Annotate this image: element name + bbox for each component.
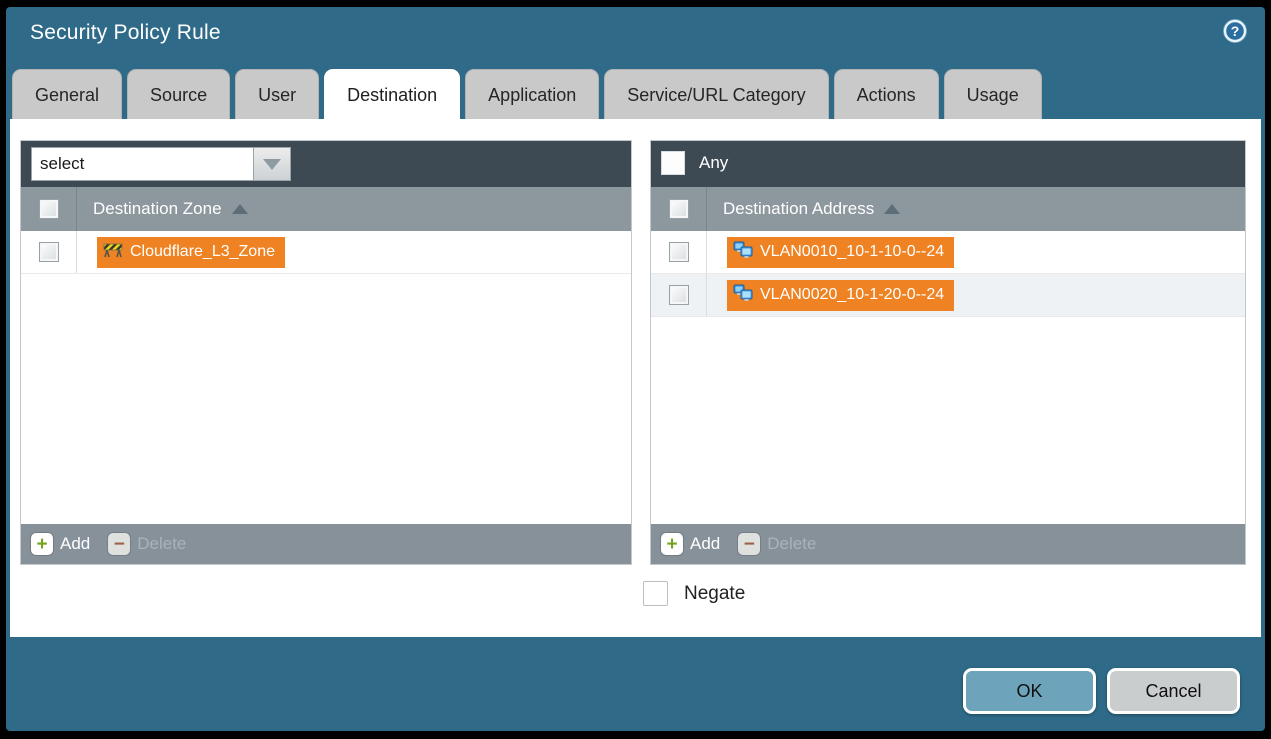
help-icon[interactable]: ? bbox=[1221, 17, 1249, 45]
tab-destination[interactable]: Destination bbox=[324, 69, 460, 119]
address-row-checkbox[interactable] bbox=[669, 242, 689, 262]
chevron-down-icon bbox=[263, 159, 281, 170]
address-rows: VLAN0010_10-1-10-0--24 bbox=[651, 231, 1245, 524]
tab-application[interactable]: Application bbox=[465, 69, 599, 119]
cancel-button[interactable]: Cancel bbox=[1107, 668, 1240, 714]
negate-checkbox[interactable] bbox=[643, 581, 668, 606]
zone-select-combo bbox=[31, 147, 291, 181]
tab-usage[interactable]: Usage bbox=[944, 69, 1042, 119]
destination-zone-panel: Destination Zone bbox=[20, 140, 632, 565]
zone-row-label: Cloudflare_L3_Zone bbox=[130, 243, 275, 261]
add-address-button[interactable]: + Add bbox=[661, 533, 720, 555]
zone-panel-toolbar: + Add − Delete bbox=[21, 524, 631, 564]
tab-user[interactable]: User bbox=[235, 69, 319, 119]
destination-address-panel: Any Destination Address bbox=[650, 140, 1246, 565]
dialog-title: Security Policy Rule bbox=[30, 21, 221, 45]
any-label: Any bbox=[699, 153, 728, 173]
zone-chip[interactable]: Cloudflare_L3_Zone bbox=[97, 237, 285, 268]
sort-ascending-icon[interactable] bbox=[884, 204, 900, 214]
zone-select-all-checkbox[interactable] bbox=[39, 199, 59, 219]
address-chip[interactable]: VLAN0020_10-1-20-0--24 bbox=[727, 280, 954, 311]
tab-source[interactable]: Source bbox=[127, 69, 230, 119]
delete-icon: − bbox=[108, 533, 130, 555]
address-select-all-checkbox[interactable] bbox=[669, 199, 689, 219]
delete-address-button[interactable]: − Delete bbox=[738, 533, 816, 555]
negate-label: Negate bbox=[684, 583, 745, 605]
sort-ascending-icon[interactable] bbox=[232, 204, 248, 214]
tab-service-url-category[interactable]: Service/URL Category bbox=[604, 69, 828, 119]
zone-panel-topbar bbox=[21, 141, 631, 187]
address-column-header: Destination Address bbox=[651, 187, 1245, 231]
zone-column-header: Destination Zone bbox=[21, 187, 631, 231]
address-row-label: VLAN0020_10-1-20-0--24 bbox=[760, 286, 944, 304]
tab-general[interactable]: General bbox=[12, 69, 122, 119]
table-row[interactable]: Cloudflare_L3_Zone bbox=[21, 231, 631, 274]
negate-row: Negate bbox=[643, 581, 745, 606]
any-checkbox[interactable] bbox=[661, 151, 685, 175]
zone-select-input[interactable] bbox=[31, 147, 253, 181]
security-policy-rule-dialog: Security Policy Rule ? General Source Us… bbox=[6, 7, 1265, 731]
zone-icon bbox=[103, 241, 123, 263]
zone-select-dropdown-button[interactable] bbox=[253, 147, 291, 181]
add-icon: + bbox=[661, 533, 683, 555]
address-chip[interactable]: VLAN0010_10-1-10-0--24 bbox=[727, 237, 954, 268]
address-row-label: VLAN0010_10-1-10-0--24 bbox=[760, 243, 944, 261]
address-icon bbox=[733, 241, 753, 264]
tab-actions[interactable]: Actions bbox=[834, 69, 939, 119]
destination-tab-content: Destination Zone bbox=[10, 119, 1261, 637]
table-row[interactable]: VLAN0010_10-1-10-0--24 bbox=[651, 231, 1245, 274]
address-icon bbox=[733, 284, 753, 307]
table-row[interactable]: VLAN0020_10-1-20-0--24 bbox=[651, 274, 1245, 317]
zone-rows: Cloudflare_L3_Zone bbox=[21, 231, 631, 524]
zone-column-title[interactable]: Destination Zone bbox=[93, 199, 222, 219]
address-panel-toolbar: + Add − Delete bbox=[651, 524, 1245, 564]
zone-row-checkbox[interactable] bbox=[39, 242, 59, 262]
delete-icon: − bbox=[738, 533, 760, 555]
add-icon: + bbox=[31, 533, 53, 555]
address-row-checkbox[interactable] bbox=[669, 285, 689, 305]
ok-button[interactable]: OK bbox=[963, 668, 1096, 714]
delete-zone-button[interactable]: − Delete bbox=[108, 533, 186, 555]
tab-strip: General Source User Destination Applicat… bbox=[12, 69, 1042, 119]
title-bar: Security Policy Rule ? bbox=[6, 7, 1265, 63]
address-panel-topbar: Any bbox=[651, 141, 1245, 187]
svg-text:?: ? bbox=[1231, 23, 1240, 39]
address-column-title[interactable]: Destination Address bbox=[723, 199, 874, 219]
add-zone-button[interactable]: + Add bbox=[31, 533, 90, 555]
